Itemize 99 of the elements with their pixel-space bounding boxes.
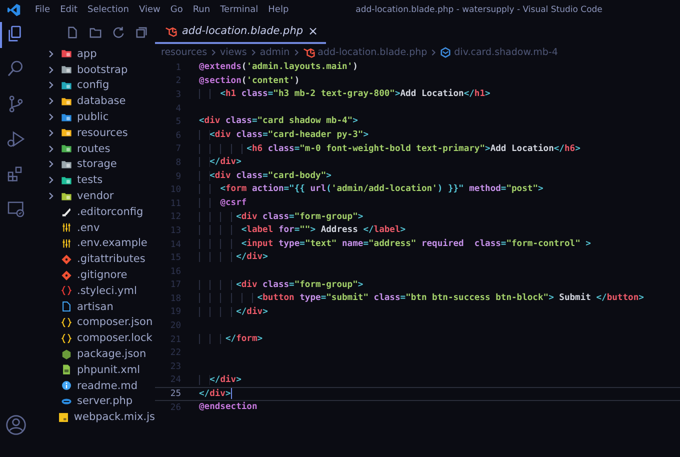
line-number: 19 [169, 307, 182, 318]
refresh-icon[interactable] [112, 26, 125, 38]
line-number: 23 [169, 362, 182, 372]
file-name[interactable]: .editorconfig [77, 206, 144, 218]
menu-item[interactable]: Edit [55, 5, 82, 15]
line-number: 20 [169, 321, 182, 332]
code-text: <div class="card-header py-3"> [199, 130, 368, 142]
folder-name[interactable]: storage [77, 158, 117, 170]
file-name[interactable]: .gitignore [77, 269, 128, 282]
line-number: 22 [169, 348, 182, 358]
folder-name[interactable]: bootstrap [77, 64, 128, 76]
code-text: </div> [199, 306, 268, 318]
new-file-icon[interactable] [66, 26, 79, 38]
laravel-icon [165, 26, 177, 36]
chevron-icon [292, 49, 300, 56]
line-number: 5 [174, 117, 182, 128]
code-text: <div class="card-body"> [199, 170, 332, 182]
line-number: 3 [174, 90, 182, 100]
editor-tab[interactable]: add-location.blade.php × [155, 20, 326, 44]
line-number: 14 [169, 240, 182, 250]
code-text: @section('content') [199, 76, 300, 88]
code-text: <div class="form-group"> [199, 212, 364, 224]
line-number: 13 [169, 226, 182, 236]
menu-item[interactable]: View [134, 5, 166, 15]
account-icon[interactable] [5, 414, 27, 436]
line-number: 10 [169, 185, 182, 196]
file-name[interactable]: webpack.mix.js [74, 411, 155, 424]
code-text: <div class="card shadow mb-4"> [199, 116, 358, 128]
line-number: 12 [169, 212, 182, 222]
folder-name[interactable]: config [77, 79, 110, 92]
file-name[interactable]: package.json [77, 348, 146, 360]
file-name[interactable]: composer.lock [77, 332, 152, 344]
file-name[interactable]: artisan [77, 300, 114, 313]
line-number: 25 [169, 389, 182, 400]
line-number: 1 [174, 62, 182, 73]
line-number: 2 [174, 76, 182, 86]
line-number: 24 [169, 375, 182, 386]
code-text: <label for=""> Address </label> [199, 225, 406, 237]
monitor-icon[interactable] [6, 199, 26, 219]
file-name[interactable]: composer.json [77, 316, 153, 328]
file-name[interactable]: .styleci.yml [77, 284, 137, 297]
menu-item[interactable]: Help [263, 5, 294, 15]
app-logo-icon [7, 3, 21, 17]
menu-item[interactable]: Go [165, 5, 188, 15]
code-text: <div class="form-group"> [199, 280, 364, 292]
line-number: 6 [174, 130, 182, 141]
line-number: 18 [169, 294, 182, 304]
menu-item[interactable]: Run [188, 5, 216, 15]
laravel-icon [302, 47, 315, 58]
line-number: 26 [169, 402, 182, 413]
close-icon[interactable]: × [308, 24, 318, 38]
code-text: </div> [199, 388, 232, 400]
code-text: @csrf [199, 198, 247, 210]
folder-name[interactable]: routes [77, 142, 110, 155]
folder-name[interactable]: resources [77, 126, 128, 139]
code-text: </div> [199, 252, 268, 264]
code-text: </div> [199, 374, 242, 386]
folder-name[interactable]: database [77, 95, 126, 108]
active-indicator [0, 22, 2, 48]
line-number: 4 [174, 104, 182, 114]
window-title: add-location.blade.php - watersupply - Visual Studio Code [356, 5, 602, 15]
folder-name[interactable]: public [77, 111, 109, 124]
new-folder-icon[interactable] [89, 26, 102, 38]
play-bug-icon[interactable] [6, 129, 26, 149]
line-number: 9 [174, 172, 182, 182]
line-number: 17 [169, 280, 182, 290]
code-text: </div> [199, 157, 242, 169]
code-text: <button type="submit" class="btn btn-success btn-block"> Submit </button> [199, 293, 644, 305]
code-text: <form action="{{ url('admin/add-location') }}" method="post"> [199, 184, 544, 196]
file-name[interactable]: phpunit.xml [77, 364, 140, 376]
code-text: </form> [199, 334, 263, 346]
line-number: 15 [169, 253, 182, 264]
line-number: 7 [174, 144, 182, 154]
folder-name[interactable]: vendor [77, 190, 114, 202]
line-number: 8 [174, 158, 182, 168]
chevron-icon [250, 49, 257, 56]
code-text: @endsection [199, 402, 258, 414]
line-number: 21 [169, 334, 182, 345]
file-name[interactable]: server.php [77, 395, 133, 408]
collapse-icon[interactable] [135, 26, 148, 38]
file-name[interactable]: .env [77, 222, 100, 234]
menu-item[interactable]: Terminal [215, 5, 264, 15]
code-text: <h1 class="h3 mb-2 text-gray-800">Add Location</h1> [199, 89, 490, 101]
file-name[interactable]: readme.md [77, 380, 138, 392]
text-cursor [230, 388, 232, 400]
code-text: <input type="text" name="address" required class="form-control" > [199, 238, 591, 250]
line-number: 16 [169, 266, 182, 277]
menu-item[interactable]: Selection [82, 5, 134, 15]
line-number: 11 [169, 198, 182, 209]
file-name[interactable]: .gitattributes [77, 253, 146, 266]
chevron-icon [430, 49, 438, 56]
folder-name[interactable]: app [77, 48, 97, 60]
code-text: <h6 class="m-0 font-weight-bold text-primary">Add Location</h6> [199, 144, 580, 156]
menu-item[interactable]: File [30, 5, 56, 15]
file-name[interactable]: .env.example [77, 237, 148, 250]
cube-icon [440, 47, 452, 58]
code-text: @extends('admin.layouts.main') [199, 62, 358, 74]
chevron-icon [210, 49, 218, 56]
folder-name[interactable]: tests [77, 174, 103, 186]
